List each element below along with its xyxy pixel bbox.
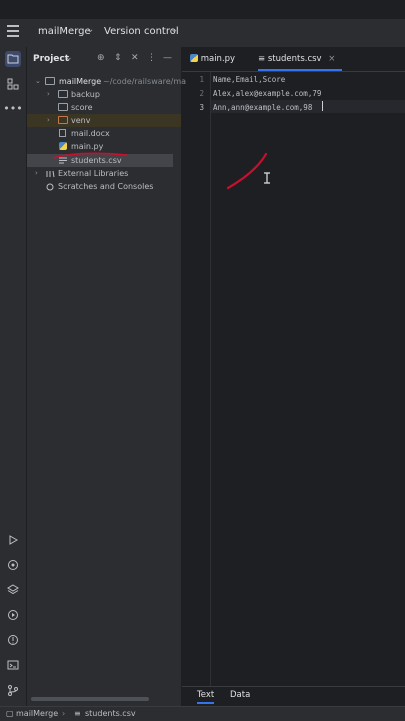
tree-root-path: ~/code/railsware/ma xyxy=(103,77,187,86)
status-bar: ▢ mailMerge › ≡ students.csv xyxy=(0,706,405,721)
python-icon xyxy=(190,54,198,62)
tab-data[interactable]: Data xyxy=(230,690,250,700)
annotation-stroke xyxy=(226,152,268,190)
project-switcher[interactable]: mailMerge xyxy=(38,26,91,37)
line-number: 1 xyxy=(199,75,204,84)
line-number-gutter: 1 2 3 xyxy=(182,72,211,686)
tree-item-mail-docx[interactable]: mail.docx xyxy=(27,127,181,140)
python-packages-icon[interactable] xyxy=(5,557,21,573)
git-icon[interactable] xyxy=(5,682,21,698)
chevron-right-icon[interactable]: › xyxy=(47,88,50,101)
version-control-menu[interactable]: Version control xyxy=(104,26,179,37)
breadcrumb-file[interactable]: students.csv xyxy=(85,707,136,721)
tree-item-external-libraries[interactable]: › External Libraries xyxy=(27,167,181,180)
code-line[interactable]: Alex,alex@example.com,79 xyxy=(213,89,321,98)
editor-tab-bar: main.py ≡ students.csv × xyxy=(182,47,405,72)
run-icon[interactable] xyxy=(5,532,21,548)
chevron-right-icon[interactable]: › xyxy=(47,114,50,127)
tab-text[interactable]: Text xyxy=(197,690,215,704)
tree-root-label: mailMerge xyxy=(59,77,102,86)
layers-icon[interactable] xyxy=(5,582,21,598)
project-panel-header: Project ⌄ ⊕ ⇕ ✕ ⋮ — xyxy=(27,47,181,71)
locate-icon[interactable]: ⊕ xyxy=(97,53,105,63)
hide-panel-icon[interactable]: — xyxy=(163,53,172,63)
chevron-down-icon[interactable]: ⌄ xyxy=(170,24,178,35)
file-icon xyxy=(59,129,66,137)
folder-icon xyxy=(58,103,68,111)
library-icon xyxy=(46,169,56,178)
text-file-icon: ≡ xyxy=(258,54,266,64)
code-line[interactable]: Name,Email,Score xyxy=(213,75,285,84)
tree-item-label: External Libraries xyxy=(58,169,129,178)
tab-label: main.py xyxy=(200,54,236,64)
problems-icon[interactable] xyxy=(5,632,21,648)
tree-item-label: backup xyxy=(71,90,100,99)
title-bar: mailMerge ⌄ Version control ⌄ xyxy=(0,19,405,48)
tab-label: students.csv xyxy=(267,54,322,64)
tab-main-py[interactable]: main.py xyxy=(190,47,235,71)
code-line[interactable]: Ann,ann@example.com,98 xyxy=(213,103,312,112)
collapse-all-icon[interactable]: ✕ xyxy=(131,53,139,63)
more-tools-icon[interactable]: ••• xyxy=(3,100,22,116)
expand-collapse-icon[interactable]: ⇕ xyxy=(114,53,122,63)
tree-item-venv[interactable]: › venv xyxy=(27,114,181,127)
tree-item-backup[interactable]: › backup xyxy=(27,88,181,101)
editor-mode-tabs: Text Data xyxy=(182,686,405,707)
line-number: 3 xyxy=(199,103,204,112)
tree-item-label: venv xyxy=(71,116,91,125)
annotation-underline xyxy=(52,152,128,159)
chevron-right-icon: › xyxy=(62,709,66,718)
horizontal-scrollbar[interactable] xyxy=(31,697,149,701)
module-icon: ▢ xyxy=(6,709,14,718)
tool-window-strip: ••• xyxy=(0,47,27,720)
tree-item-scratches[interactable]: Scratches and Consoles xyxy=(27,180,181,193)
text-file-icon: ≡ xyxy=(74,709,81,718)
chevron-down-icon[interactable]: ⌄ xyxy=(65,53,73,63)
tree-item-label: mail.docx xyxy=(71,129,110,138)
chevron-down-icon[interactable]: ⌄ xyxy=(35,75,41,88)
options-icon[interactable]: ⋮ xyxy=(147,53,156,63)
close-icon[interactable]: × xyxy=(328,54,335,64)
tree-item-label: score xyxy=(71,103,93,112)
chevron-right-icon[interactable]: › xyxy=(35,167,38,180)
tab-students-csv[interactable]: ≡ students.csv × xyxy=(258,47,342,71)
project-panel: Project ⌄ ⊕ ⇕ ✕ ⋮ — ⌄ mailMerge ~/code/r… xyxy=(27,47,186,720)
breadcrumb-project[interactable]: mailMerge xyxy=(16,707,58,721)
python-icon xyxy=(59,142,67,150)
ibeam-cursor-icon xyxy=(264,172,270,184)
folder-icon xyxy=(58,90,68,98)
tree-root-mailmerge[interactable]: ⌄ mailMerge ~/code/railsware/ma xyxy=(27,75,186,88)
project-view-selector[interactable]: Project xyxy=(33,54,69,64)
excluded-folder-icon xyxy=(58,116,68,124)
line-number: 2 xyxy=(199,89,204,98)
structure-icon[interactable] xyxy=(5,76,21,92)
scratches-icon xyxy=(46,182,56,191)
services-icon[interactable] xyxy=(5,607,21,623)
tree-item-score[interactable]: score xyxy=(27,101,181,114)
project-tool-icon[interactable] xyxy=(5,51,21,67)
main-menu-icon[interactable] xyxy=(7,25,19,37)
terminal-icon[interactable] xyxy=(5,657,21,673)
chevron-down-icon[interactable]: ⌄ xyxy=(86,24,94,35)
folder-icon xyxy=(45,77,55,85)
tree-item-label: Scratches and Consoles xyxy=(58,182,154,191)
text-caret xyxy=(322,101,323,111)
